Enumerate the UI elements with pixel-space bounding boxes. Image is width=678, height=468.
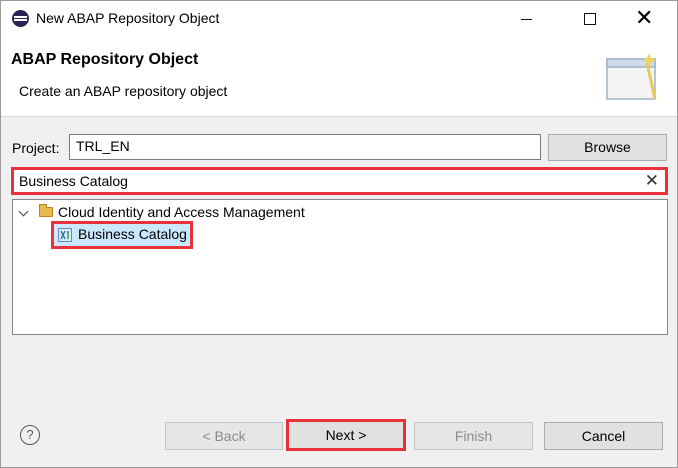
back-button[interactable]: < Back bbox=[165, 422, 283, 450]
window-title: New ABAP Repository Object bbox=[36, 10, 220, 26]
minimize-button[interactable] bbox=[521, 19, 532, 20]
cancel-button[interactable]: Cancel bbox=[544, 422, 663, 450]
help-icon[interactable]: ? bbox=[20, 425, 40, 445]
finish-button[interactable]: Finish bbox=[414, 422, 533, 450]
project-field[interactable]: TRL_EN bbox=[69, 134, 541, 160]
project-label: Project: bbox=[12, 140, 60, 156]
close-button[interactable]: ✕ bbox=[635, 4, 653, 32]
tree-item-business-catalog[interactable]: Business Catalog bbox=[51, 221, 193, 249]
page-title: ABAP Repository Object bbox=[11, 51, 199, 68]
object-type-tree[interactable]: Cloud Identity and Access Management Bus… bbox=[12, 199, 668, 335]
filter-text: Business Catalog bbox=[19, 173, 128, 189]
tree-item-label: Cloud Identity and Access Management bbox=[58, 204, 305, 220]
filter-input[interactable]: Business Catalog ✕ bbox=[11, 167, 668, 195]
business-catalog-icon bbox=[58, 228, 72, 242]
title-bar: New ABAP Repository Object ✕ bbox=[1, 1, 677, 37]
wizard-banner-icon bbox=[606, 53, 657, 100]
page-description: Create an ABAP repository object bbox=[19, 83, 228, 99]
chevron-down-icon[interactable] bbox=[18, 206, 29, 217]
eclipse-app-icon bbox=[12, 10, 29, 27]
browse-button[interactable]: Browse bbox=[548, 134, 667, 161]
wizard-header: ABAP Repository Object Create an ABAP re… bbox=[1, 37, 677, 117]
folder-open-icon bbox=[39, 204, 53, 217]
next-button[interactable]: Next > bbox=[286, 419, 406, 451]
clear-icon[interactable]: ✕ bbox=[645, 171, 659, 191]
tree-item-label: Business Catalog bbox=[78, 226, 187, 242]
maximize-button[interactable] bbox=[584, 13, 596, 25]
dialog-window: New ABAP Repository Object ✕ ABAP Reposi… bbox=[0, 0, 678, 468]
